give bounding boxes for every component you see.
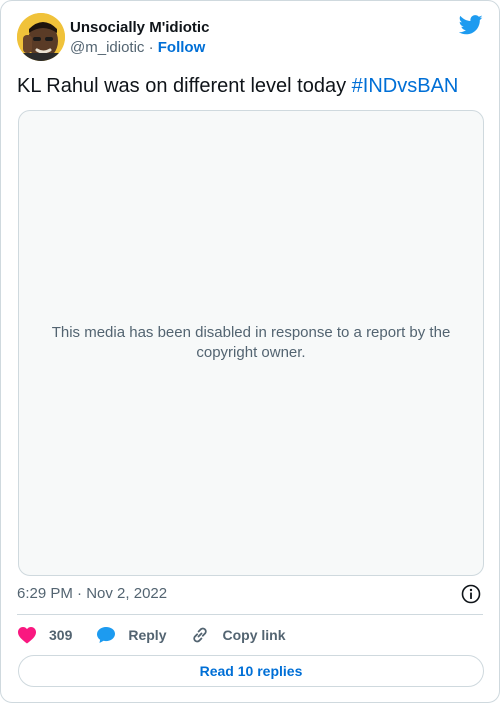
tweet-header: Unsocially M'idiotic @m_idiotic · Follow xyxy=(17,13,483,63)
tweet-time[interactable]: 6:29 PM xyxy=(17,585,73,602)
like-button[interactable]: 309 xyxy=(17,626,72,644)
tweet-date[interactable]: Nov 2, 2022 xyxy=(86,585,167,602)
reply-button[interactable]: Reply xyxy=(96,626,166,644)
link-icon xyxy=(193,627,208,643)
reply-label: Reply xyxy=(128,627,167,643)
tweet-card: Unsocially M'idiotic @m_idiotic · Follow… xyxy=(0,0,500,703)
follow-button[interactable]: Follow xyxy=(158,39,206,56)
hashtag-link[interactable]: #INDvsBAN xyxy=(352,75,459,97)
read-replies-button[interactable]: Read 10 replies xyxy=(18,655,484,687)
display-name[interactable]: Unsocially M'idiotic xyxy=(70,18,209,38)
separator-dot: · xyxy=(148,39,154,56)
twitter-bird-icon[interactable] xyxy=(459,15,483,35)
action-bar: 309 Reply Copy link xyxy=(17,621,483,649)
time-separator: · xyxy=(77,585,83,602)
divider xyxy=(17,614,483,615)
media-container: This media has been disabled in response… xyxy=(18,110,484,576)
heart-icon xyxy=(18,627,36,644)
like-count: 309 xyxy=(49,627,73,643)
tweet-body: KL Rahul was on different level today xyxy=(17,75,352,97)
handle-row: @m_idiotic · Follow xyxy=(70,38,209,58)
speech-bubble-icon xyxy=(97,627,116,643)
info-icon[interactable] xyxy=(461,584,481,604)
user-handle[interactable]: @m_idiotic xyxy=(70,39,144,56)
avatar[interactable] xyxy=(17,13,65,61)
tweet-text: KL Rahul was on different level today #I… xyxy=(17,73,483,99)
timestamp-row: 6:29 PM · Nov 2, 2022 xyxy=(17,583,483,605)
user-info: Unsocially M'idiotic @m_idiotic · Follow xyxy=(70,18,209,58)
copy-link-label: Copy link xyxy=(222,627,286,643)
copy-link-button[interactable]: Copy link xyxy=(190,625,286,645)
media-disabled-message: This media has been disabled in response… xyxy=(51,324,451,361)
